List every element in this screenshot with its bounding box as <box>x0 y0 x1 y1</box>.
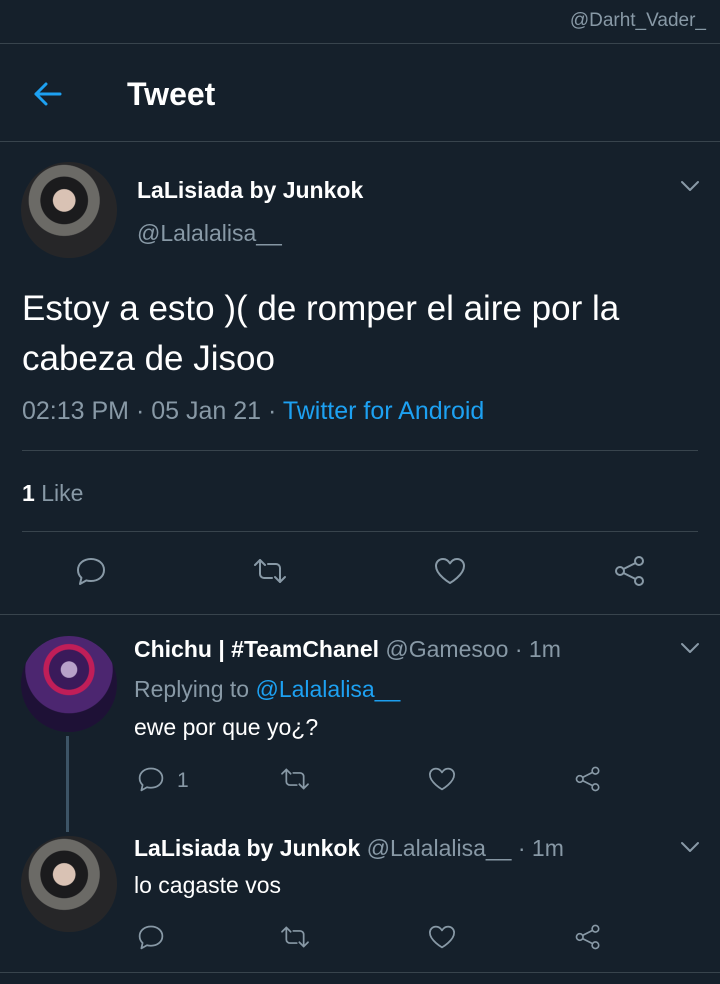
meta-dot: · <box>268 397 277 425</box>
reply-button[interactable] <box>134 924 168 954</box>
tweet-date: 05 Jan 21 <box>151 397 262 425</box>
retweet-button[interactable] <box>278 766 312 796</box>
avatar[interactable] <box>21 836 117 932</box>
like-button[interactable] <box>425 924 459 954</box>
author-handle[interactable]: @Lalalalisa__ <box>137 220 282 247</box>
likes-stat[interactable]: 1 Like <box>22 480 83 507</box>
page-title: Tweet <box>127 76 216 112</box>
back-button[interactable] <box>28 76 68 116</box>
reply-button[interactable] <box>72 555 110 591</box>
tweet-text: Estoy a esto )( de romper el aire por la… <box>22 289 620 378</box>
like-button[interactable] <box>425 766 459 796</box>
tweet-meta: 02:13 PM · 05 Jan 21 · Twitter for Andro… <box>22 397 484 426</box>
bottom-divider <box>0 972 720 973</box>
chevron-down-icon <box>680 179 700 197</box>
thread-connector-line <box>66 736 69 832</box>
author-name[interactable]: LaLisiada by Junkok <box>137 177 363 204</box>
share-button[interactable] <box>571 923 605 955</box>
reply-header: Chichu | #TeamChanel @Gamesoo · 1m <box>134 636 561 663</box>
likes-label: Like <box>41 480 84 506</box>
replying-to-prefix: Replying to <box>134 676 250 702</box>
top-divider <box>0 43 720 44</box>
reply-author-handle[interactable]: @Lalalalisa__ <box>367 835 512 861</box>
likes-count: 1 <box>22 480 35 506</box>
retweet-icon <box>252 556 288 591</box>
reply-count: 1 <box>177 769 189 792</box>
reply-menu-button[interactable] <box>676 837 704 861</box>
heart-icon <box>427 924 457 955</box>
reply-author-name[interactable]: LaLisiada by Junkok <box>134 835 360 861</box>
reply-text: lo cagaste vos <box>134 872 282 898</box>
heart-icon <box>433 556 467 591</box>
reply-text: ewe por que yo¿? <box>134 714 319 740</box>
reply-author-name[interactable]: Chichu | #TeamChanel <box>134 636 379 662</box>
replying-to: Replying to @Lalalalisa__ <box>134 676 400 703</box>
header-divider <box>0 141 720 142</box>
like-button[interactable] <box>431 555 469 591</box>
retweet-icon <box>279 766 311 797</box>
reply-button[interactable] <box>134 766 168 796</box>
retweet-button[interactable] <box>251 555 289 591</box>
chevron-down-icon <box>680 641 700 659</box>
tweet-source-link[interactable]: Twitter for Android <box>283 397 484 425</box>
retweet-button[interactable] <box>278 924 312 954</box>
chevron-down-icon <box>680 840 700 858</box>
meta-dot: · <box>135 397 145 425</box>
avatar[interactable] <box>21 636 117 732</box>
arrow-left-icon <box>33 82 63 111</box>
reply-time: · 1m <box>514 636 561 662</box>
comment-icon <box>74 555 108 592</box>
reply-time: · 1m <box>517 835 564 861</box>
share-button[interactable] <box>611 555 649 591</box>
share-icon <box>612 554 648 593</box>
thread-divider <box>0 614 720 615</box>
share-icon <box>573 765 603 798</box>
reply-menu-button[interactable] <box>676 638 704 662</box>
avatar[interactable] <box>21 162 117 258</box>
tweet-time: 02:13 PM <box>22 397 130 425</box>
stats-divider <box>22 531 698 532</box>
heart-icon <box>427 766 457 797</box>
share-icon <box>573 923 603 956</box>
watermark: @Darht_Vader_ <box>569 10 706 31</box>
tweet-menu-button[interactable] <box>676 176 704 200</box>
reply-header: LaLisiada by Junkok @Lalalalisa__ · 1m <box>134 835 564 862</box>
comment-icon <box>136 923 166 956</box>
replying-to-link[interactable]: @Lalalalisa__ <box>255 676 400 702</box>
retweet-icon <box>279 924 311 955</box>
comment-icon <box>136 765 166 798</box>
share-button[interactable] <box>571 765 605 797</box>
reply-author-handle[interactable]: @Gamesoo <box>385 636 508 662</box>
meta-divider <box>22 450 698 451</box>
